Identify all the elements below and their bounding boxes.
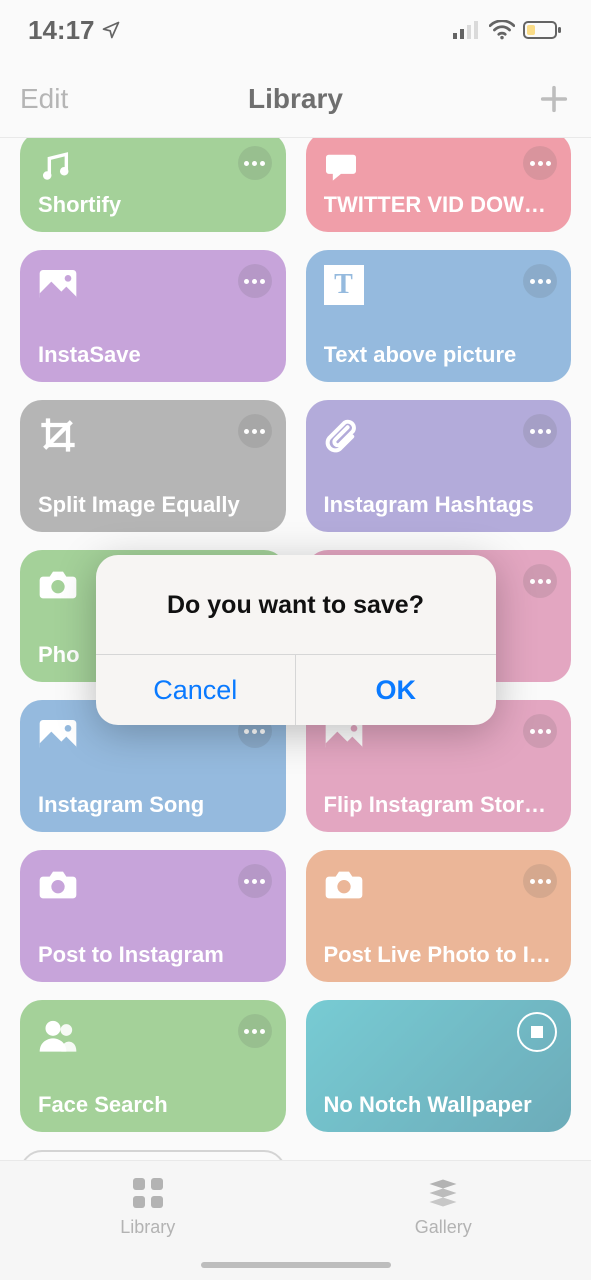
screen: 14:17 Edit Library Shortify (0, 0, 591, 1280)
alert-message: Do you want to save? (96, 555, 496, 654)
alert-backdrop[interactable]: Do you want to save? Cancel OK (0, 0, 591, 1280)
alert-dialog: Do you want to save? Cancel OK (96, 555, 496, 725)
cancel-button[interactable]: Cancel (96, 655, 296, 725)
ok-button[interactable]: OK (295, 655, 496, 725)
alert-buttons: Cancel OK (96, 654, 496, 725)
